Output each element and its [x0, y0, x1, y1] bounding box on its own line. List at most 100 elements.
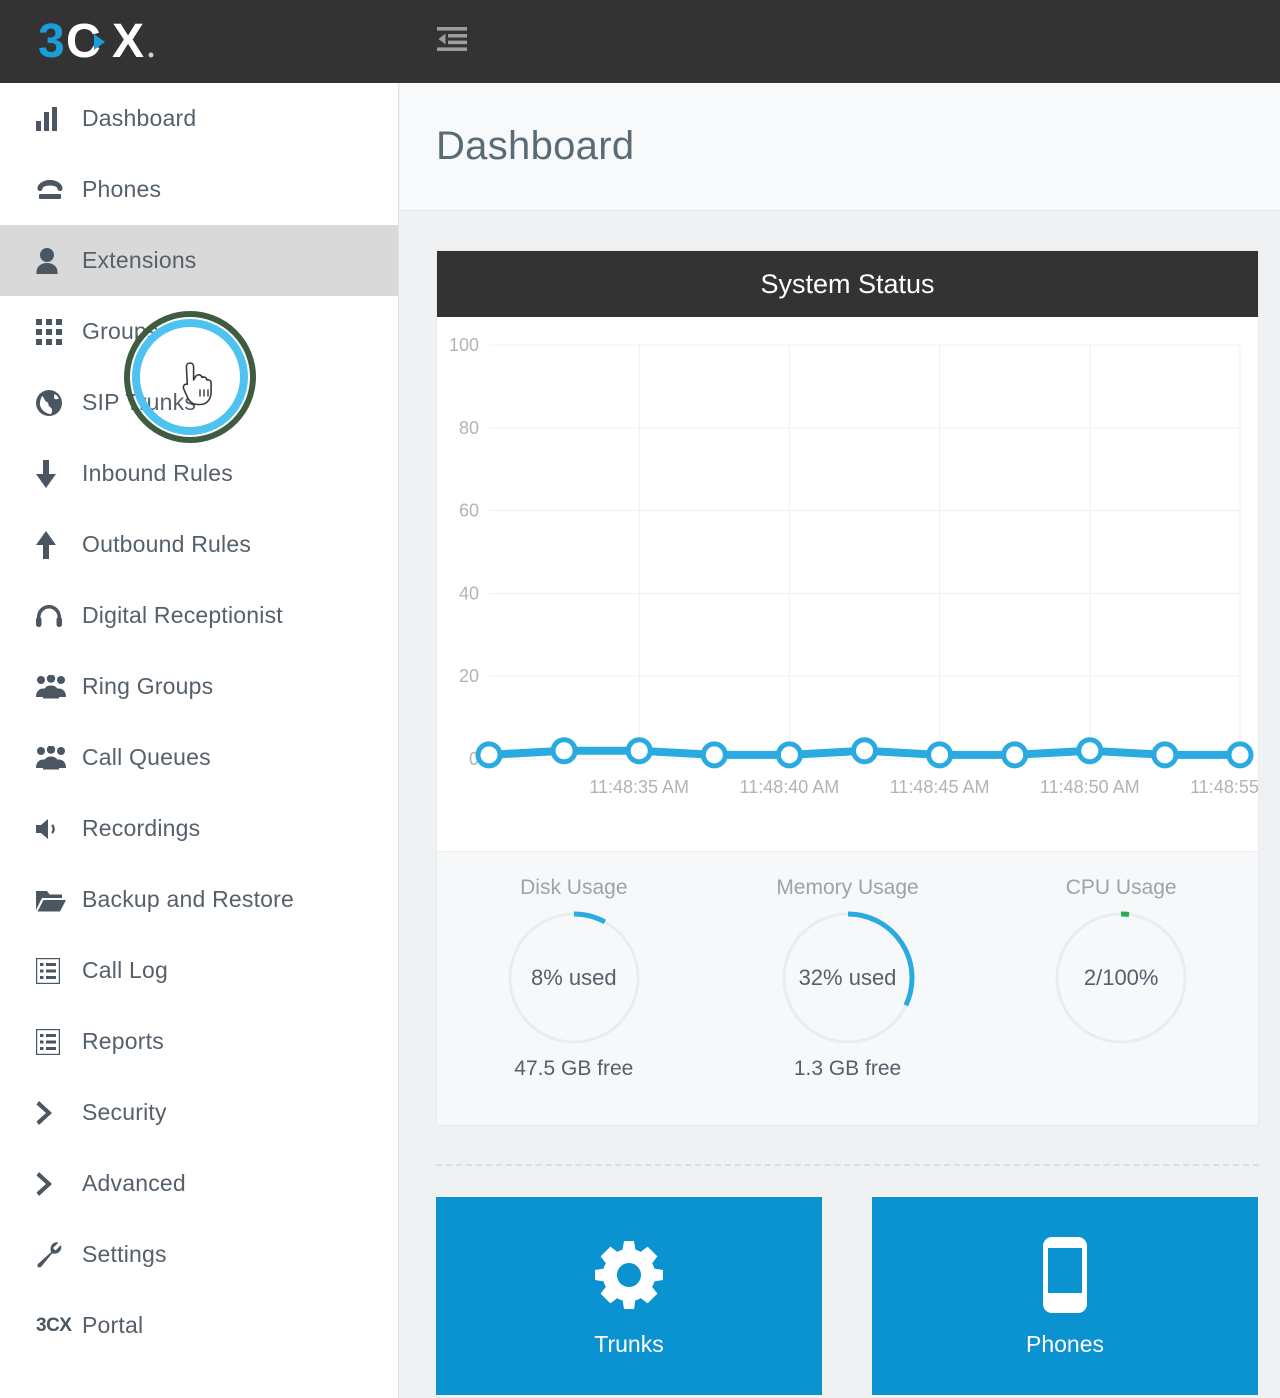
- sidebar-item-label: Security: [82, 1099, 167, 1126]
- sidebar-item-outbound-rules[interactable]: Outbound Rules: [0, 509, 398, 580]
- sidebar-item-security[interactable]: Security: [0, 1077, 398, 1148]
- 3cx-logo-text: 3CX: [36, 1315, 71, 1337]
- sidebar-item-label: Call Log: [82, 957, 168, 984]
- user-icon: [36, 248, 82, 274]
- arrow-down-icon: [36, 460, 82, 488]
- svg-text:3: 3: [38, 17, 65, 67]
- globe-icon: [36, 390, 82, 416]
- telephone-icon: [36, 178, 82, 202]
- sidebar-item-phones[interactable]: Phones: [0, 154, 398, 225]
- sidebar-item-label: Recordings: [82, 815, 200, 842]
- sidebar-item-settings[interactable]: Settings: [0, 1219, 398, 1290]
- tile-phones[interactable]: Phones: [872, 1197, 1258, 1395]
- card-title: System Status: [760, 269, 934, 300]
- sidebar-item-inbound-rules[interactable]: Inbound Rules: [0, 438, 398, 509]
- tile-label: Phones: [1026, 1331, 1104, 1358]
- sidebar-item-label: Phones: [82, 176, 161, 203]
- svg-text:11:48:40 AM: 11:48:40 AM: [740, 777, 840, 797]
- collapse-sidebar-icon: [437, 27, 467, 56]
- sidebar-item-label: Call Queues: [82, 744, 211, 771]
- sidebar-item-dashboard[interactable]: Dashboard: [0, 83, 398, 154]
- gauge-subtext: 47.5 GB free: [514, 1057, 633, 1081]
- sidebar-item-label: Inbound Rules: [82, 460, 233, 487]
- svg-text:11:48:50 AM: 11:48:50 AM: [1040, 777, 1140, 797]
- gauge-ring: 8% used: [504, 908, 644, 1048]
- folder-open-icon: [36, 888, 82, 912]
- sidebar-item-call-queues[interactable]: Call Queues: [0, 722, 398, 793]
- svg-text:11:48:55 AM: 11:48:55 AM: [1190, 777, 1258, 797]
- sidebar-item-recordings[interactable]: Recordings: [0, 793, 398, 864]
- sidebar-item-label: Dashboard: [82, 105, 196, 132]
- sidebar-item-extensions[interactable]: Extensions: [0, 225, 398, 296]
- list-icon: [36, 1029, 82, 1055]
- page-title: Dashboard: [436, 124, 634, 169]
- sidebar-item-label: Ring Groups: [82, 673, 213, 700]
- quick-action-tiles: Trunks Phones: [436, 1197, 1259, 1395]
- sidebar-item-label: Portal: [82, 1312, 143, 1339]
- gauge-value: 32% used: [778, 908, 918, 1048]
- section-divider: [436, 1164, 1259, 1166]
- gauge-subtext: 1.3 GB free: [794, 1057, 901, 1081]
- svg-text:100: 100: [449, 335, 479, 355]
- svg-text:40: 40: [459, 583, 479, 603]
- svg-text:20: 20: [459, 666, 479, 686]
- sidebar-item-label: Outbound Rules: [82, 531, 251, 558]
- gauge-disk-usage: Disk Usage 8% used 47.5 GB free: [437, 852, 711, 1125]
- users-icon: [36, 746, 82, 770]
- smartphone-icon: [1043, 1235, 1087, 1315]
- grid-icon: [36, 319, 82, 345]
- collapse-sidebar-button[interactable]: [433, 23, 471, 61]
- gauge-memory-usage: Memory Usage 32% used 1.3 GB free: [711, 852, 985, 1125]
- chevron-right-icon: [36, 1100, 82, 1126]
- gauge-ring: 32% used: [778, 908, 918, 1048]
- main-content: Dashboard System Status 02040608010011:4…: [400, 83, 1280, 1398]
- sidebar-item-label: Extensions: [82, 247, 197, 274]
- sidebar: Dashboard Phones Extensions Groups SIP T…: [0, 83, 399, 1398]
- svg-text:80: 80: [459, 418, 479, 438]
- wrench-icon: [36, 1242, 82, 1268]
- system-status-chart: 02040608010011:48:35 AM11:48:40 AM11:48:…: [437, 317, 1258, 851]
- page-header: Dashboard: [400, 83, 1280, 211]
- app-logo: 3 C X: [0, 0, 400, 83]
- svg-text:60: 60: [459, 501, 479, 521]
- sidebar-item-label: Settings: [82, 1241, 167, 1268]
- sidebar-item-groups[interactable]: Groups: [0, 296, 398, 367]
- gauge-value: 8% used: [504, 908, 644, 1048]
- headset-icon: [36, 604, 82, 628]
- top-bar: 3 C X: [0, 0, 1280, 83]
- sidebar-item-portal[interactable]: 3CX Portal: [0, 1290, 398, 1361]
- gauge-title: Disk Usage: [520, 876, 627, 900]
- sidebar-item-advanced[interactable]: Advanced: [0, 1148, 398, 1219]
- gauge-title: CPU Usage: [1066, 876, 1177, 900]
- sidebar-item-label: SIP Trunks: [82, 389, 196, 416]
- sidebar-item-label: Backup and Restore: [82, 886, 294, 913]
- resource-gauges: Disk Usage 8% used 47.5 GB free Memory U…: [437, 851, 1258, 1125]
- list-icon: [36, 958, 82, 984]
- sidebar-item-reports[interactable]: Reports: [0, 1006, 398, 1077]
- svg-text:11:48:35 AM: 11:48:35 AM: [589, 777, 689, 797]
- sidebar-item-digital-receptionist[interactable]: Digital Receptionist: [0, 580, 398, 651]
- gauge-title: Memory Usage: [776, 876, 918, 900]
- tile-trunks[interactable]: Trunks: [436, 1197, 822, 1395]
- sidebar-item-label: Digital Receptionist: [82, 602, 283, 629]
- 3cx-logo-icon: 3CX: [36, 1315, 82, 1337]
- bar-chart-icon: [36, 107, 82, 131]
- sidebar-item-label: Groups: [82, 318, 159, 345]
- svg-text:X: X: [112, 17, 144, 67]
- sidebar-item-label: Advanced: [82, 1170, 186, 1197]
- users-icon: [36, 675, 82, 699]
- speaker-icon: [36, 818, 82, 840]
- sidebar-item-backup-and-restore[interactable]: Backup and Restore: [0, 864, 398, 935]
- sidebar-item-call-log[interactable]: Call Log: [0, 935, 398, 1006]
- gauge-value: 2/100%: [1051, 908, 1191, 1048]
- gauge-ring: 2/100%: [1051, 908, 1191, 1048]
- gear-icon: [595, 1235, 663, 1315]
- arrow-up-icon: [36, 531, 82, 559]
- sidebar-item-ring-groups[interactable]: Ring Groups: [0, 651, 398, 722]
- tile-label: Trunks: [594, 1331, 663, 1358]
- gauge-cpu-usage: CPU Usage 2/100%: [984, 852, 1258, 1125]
- sidebar-item-sip-trunks[interactable]: SIP Trunks: [0, 367, 398, 438]
- system-status-card: System Status 02040608010011:48:35 AM11:…: [436, 250, 1259, 1126]
- sidebar-item-label: Reports: [82, 1028, 164, 1055]
- svg-text:11:48:45 AM: 11:48:45 AM: [890, 777, 990, 797]
